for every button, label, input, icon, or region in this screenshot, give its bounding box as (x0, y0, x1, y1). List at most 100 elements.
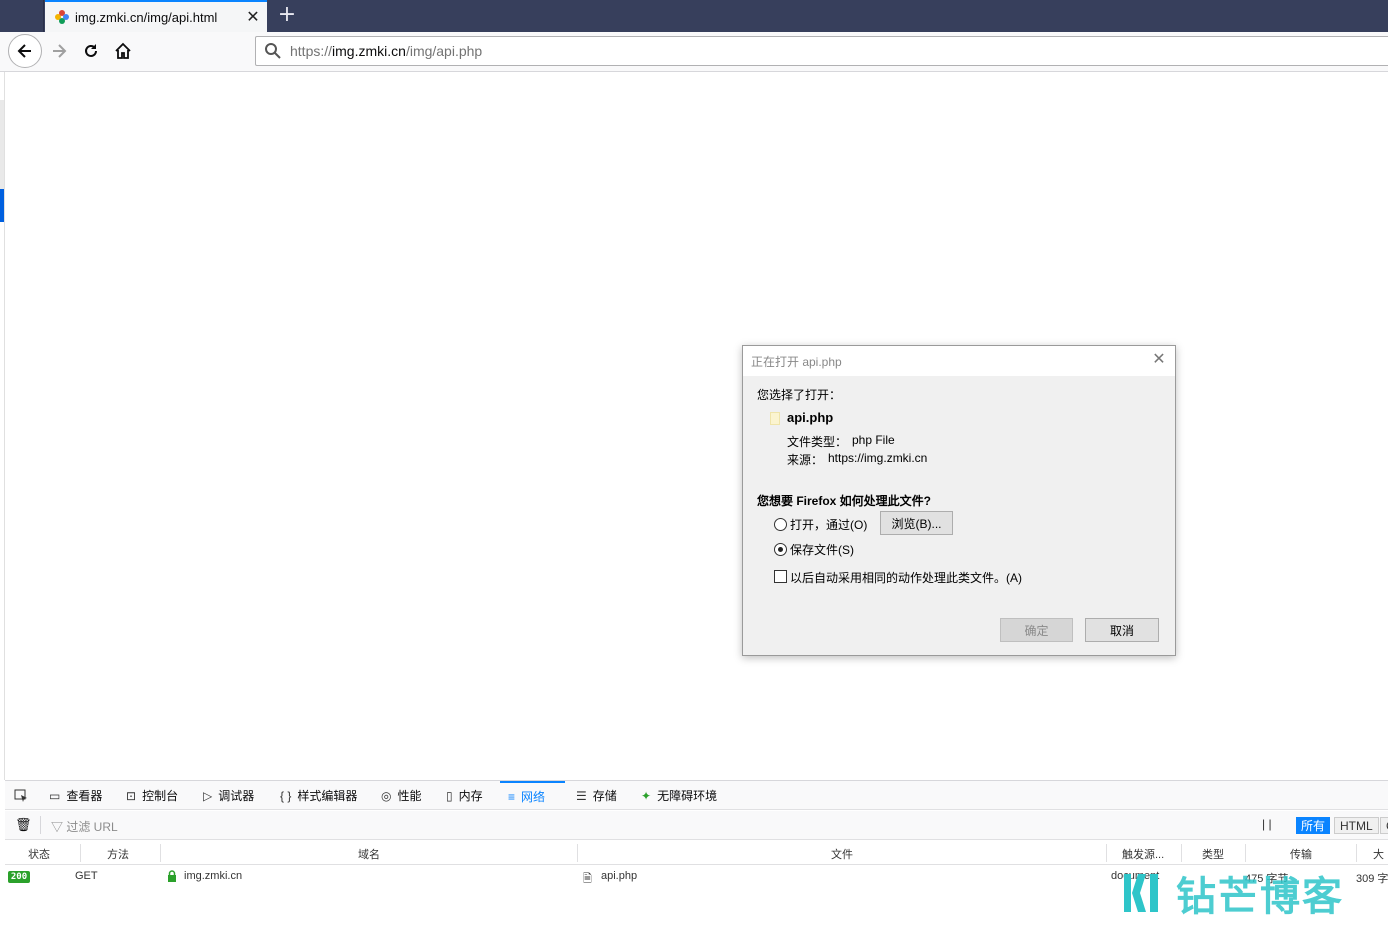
back-button[interactable] (8, 34, 42, 68)
tab-label: 网络 (521, 790, 546, 804)
column-status[interactable]: 状态 (28, 846, 50, 862)
cancel-button[interactable]: 取消 (1085, 618, 1159, 642)
auto-action-checkbox[interactable] (774, 570, 787, 583)
filter-html-button[interactable]: HTML (1334, 817, 1379, 834)
inspector-icon: ▭ (49, 788, 61, 803)
left-sidebar-edge (0, 72, 5, 780)
column-method[interactable]: 方法 (107, 846, 129, 862)
file-type-value: php File (852, 433, 895, 447)
browse-button[interactable]: 浏览(B)... (880, 511, 953, 535)
console-icon: ⊡ (126, 788, 137, 803)
tab-label: 控制台 (142, 789, 179, 803)
tab-storage[interactable]: ☰ 存储 (576, 781, 617, 810)
picker-icon (14, 789, 27, 802)
home-button[interactable] (108, 36, 138, 66)
column-size[interactable]: 大 (1373, 846, 1384, 862)
row-method: GET (75, 870, 98, 882)
open-with-label[interactable]: 打开，通过(O) (790, 516, 867, 533)
filter-separator (40, 816, 41, 834)
tab-accessibility[interactable]: ✦ 无障碍环境 (641, 781, 717, 810)
tab-performance[interactable]: ◎ 性能 (381, 781, 422, 810)
storage-icon: ☰ (576, 788, 587, 803)
new-tab-button[interactable]: + (276, 4, 298, 26)
lock-icon (168, 870, 176, 882)
file-source-value: https://img.zmki.cn (828, 451, 928, 465)
pause-icon[interactable]: | | (1262, 817, 1272, 831)
memory-icon: ▯ (446, 788, 453, 803)
filter-c-button[interactable]: C (1380, 817, 1388, 834)
tab-label: 无障碍环境 (657, 789, 718, 803)
dialog-filename: api.php (787, 410, 834, 425)
accessibility-icon: ✦ (641, 788, 652, 803)
column-domain[interactable]: 域名 (358, 846, 380, 862)
browser-tab[interactable]: img.zmki.cn/img/api.html ✕ (45, 0, 267, 32)
navigation-toolbar: https://img.zmki.cn/img/api.php (0, 32, 1388, 72)
file-type-label: 文件类型： (787, 435, 848, 449)
network-filter-bar: 🗑 ▽ 过滤 URL | | 所有 HTML C (5, 811, 1388, 840)
ok-button[interactable]: 确定 (1000, 618, 1073, 642)
row-domain: img.zmki.cn (184, 870, 243, 882)
dialog-titlebar: 正在打开 api.php ✕ (743, 346, 1175, 376)
performance-icon: ◎ (381, 788, 392, 803)
column-separator (80, 844, 81, 862)
site-favicon-icon (55, 10, 69, 24)
open-with-radio[interactable] (774, 518, 787, 531)
back-arrow-icon (17, 44, 31, 58)
trash-icon[interactable]: 🗑 (15, 817, 32, 833)
save-file-label[interactable]: 保存文件(S) (790, 541, 854, 558)
tab-debugger[interactable]: ▷ 调试器 (203, 781, 254, 810)
url-prefix: https:// (290, 43, 333, 59)
column-separator (1106, 844, 1107, 862)
tab-label: 性能 (397, 789, 422, 803)
url-path: /img/api.php (405, 43, 483, 59)
dialog-intro: 您选择了打开： (757, 388, 842, 402)
document-icon: 🗎 (583, 873, 592, 885)
search-icon (265, 43, 281, 59)
tab-style-editor[interactable]: { } 样式编辑器 (280, 781, 357, 810)
column-separator (160, 844, 161, 862)
tab-network[interactable]: ≡ 网络 (500, 781, 565, 810)
tab-label: 查看器 (66, 789, 103, 803)
url-host: img.zmki.cn (332, 43, 406, 59)
tab-label: 样式编辑器 (297, 789, 358, 803)
tab-inspector[interactable]: ▭ 查看器 (49, 781, 102, 810)
save-file-radio[interactable] (774, 543, 787, 556)
tab-console[interactable]: ⊡ 控制台 (126, 781, 178, 810)
column-separator (1356, 844, 1357, 862)
tab-label: 内存 (458, 789, 483, 803)
dialog-question: 您想要 Firefox 如何处理此文件? (757, 494, 932, 508)
reload-icon (85, 44, 97, 57)
auto-action-label[interactable]: 以后自动采用相同的动作处理此类文件。(A) (790, 569, 1022, 586)
open-file-dialog: 正在打开 api.php ✕ 您选择了打开： api.php 文件类型： php… (742, 345, 1176, 656)
row-transferred: 309 字 (1356, 873, 1388, 885)
tab-memory[interactable]: ▯ 内存 (446, 781, 483, 810)
status-badge: 200 (8, 871, 30, 883)
file-source-label: 来源： (787, 453, 824, 467)
filter-icon: ▽ (51, 820, 67, 834)
network-icon: ≡ (508, 789, 516, 804)
filter-url-input[interactable]: ▽ 过滤 URL (51, 818, 118, 835)
tab-label: 存储 (592, 789, 617, 803)
row-file: api.php (601, 870, 638, 882)
url-text: https://img.zmki.cn/img/api.php (290, 43, 482, 59)
debugger-icon: ▷ (203, 788, 213, 803)
tab-strip: img.zmki.cn/img/api.html ✕ + (0, 0, 1388, 32)
filter-all-button[interactable]: 所有 (1296, 817, 1331, 834)
column-separator (577, 844, 578, 862)
forward-button[interactable] (44, 36, 74, 66)
watermark-text: 钻芒博客 (1176, 874, 1344, 920)
address-bar[interactable]: https://img.zmki.cn/img/api.php (255, 36, 1388, 66)
tab-strip-left (0, 0, 44, 32)
column-file[interactable]: 文件 (831, 846, 853, 862)
style-editor-icon: { } (280, 788, 292, 803)
sidebar-edge-marker (0, 189, 4, 222)
dialog-close-icon[interactable]: ✕ (1151, 352, 1167, 368)
dialog-title: 正在打开 api.php (751, 354, 842, 369)
tab-title: img.zmki.cn/img/api.html (75, 9, 218, 25)
forward-arrow-icon (53, 44, 67, 58)
watermark: 钻芒博客 (1120, 858, 1344, 928)
reload-button[interactable] (76, 36, 106, 66)
element-picker-button[interactable] (14, 781, 28, 810)
tab-close-icon[interactable]: ✕ (245, 9, 261, 25)
file-icon (770, 412, 780, 425)
